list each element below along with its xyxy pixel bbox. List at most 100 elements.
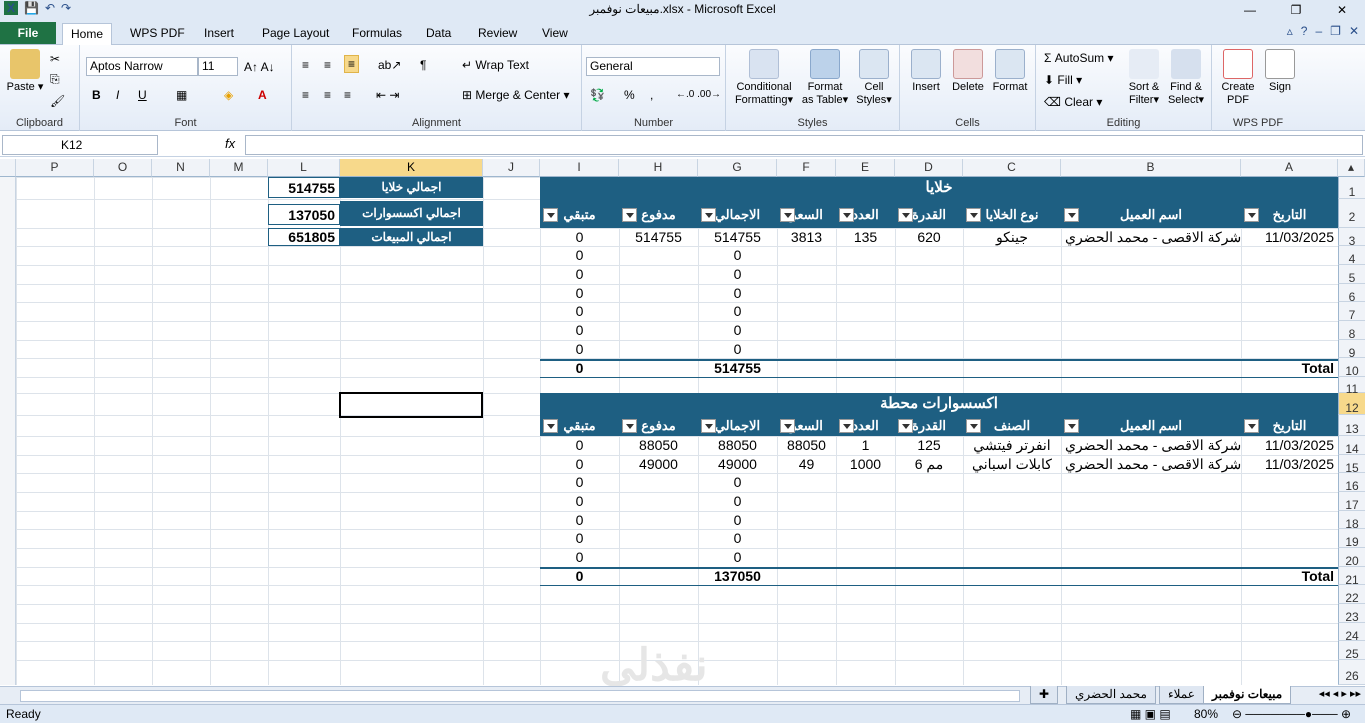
column-header[interactable]: O [94,159,152,177]
column-header[interactable]: I [540,159,619,177]
column-header[interactable]: K [340,159,483,177]
conditional-formatting-button[interactable]: Conditional Formatting▾ [730,49,798,107]
sheet-tab[interactable]: محمد الحضري [1066,686,1156,704]
row-header[interactable]: 3 [1338,228,1365,248]
chevron-up-icon[interactable]: ▵ [1287,24,1293,38]
row-header[interactable]: 18 [1338,511,1365,531]
row-header[interactable]: 20 [1338,548,1365,568]
row-header[interactable]: 22 [1338,585,1365,605]
table-cell[interactable]: 0 [540,455,619,473]
table-cell[interactable]: 0 [540,511,619,529]
new-sheet-icon[interactable]: ✚ [1030,686,1059,704]
help-icon[interactable]: ? [1301,24,1308,38]
row-header[interactable]: 7 [1338,302,1365,322]
fx-icon[interactable]: fx [225,136,235,151]
table-cell[interactable]: 49000 [698,455,777,473]
summary-value[interactable]: 137050 [268,204,340,225]
row-header[interactable]: 12 [1338,393,1365,415]
column-header[interactable]: E [836,159,895,177]
percent-icon[interactable]: % [624,87,635,103]
borders-icon[interactable]: ▦ [176,87,187,103]
clear-button[interactable]: ⌫ Clear ▾ [1044,94,1102,110]
sheet-tab[interactable]: مبيعات نوفمبر [1203,686,1292,704]
table-header-cell[interactable]: مدفوع [619,203,698,227]
table-cell[interactable]: 0 [698,265,777,283]
column-header[interactable]: N [152,159,210,177]
tab-formulas[interactable]: Formulas [344,23,410,45]
formula-input[interactable] [245,135,1363,155]
table-cell[interactable]: 0 [540,246,619,264]
table-cell[interactable]: 514755 [619,228,698,246]
orientation-icon[interactable]: ab↗ [378,57,401,73]
table-cell[interactable]: 11/03/2025 [1241,228,1338,246]
filter-dropdown-icon[interactable] [1244,419,1259,433]
table-header-cell[interactable]: مدفوع [619,416,698,436]
summary-value[interactable]: 514755 [268,177,340,198]
table-cell[interactable]: شركة الاقصى - محمد الحضري [1061,436,1241,454]
zoom-level[interactable]: 80% [1194,705,1218,723]
column-header[interactable]: H [619,159,698,177]
format-cells-button[interactable]: Format [990,49,1030,94]
minimize-icon[interactable]: — [1227,0,1273,20]
filter-dropdown-icon[interactable] [780,419,795,433]
filter-dropdown-icon[interactable] [622,208,637,222]
table-cell[interactable]: 3813 [777,228,836,246]
filter-dropdown-icon[interactable] [839,419,854,433]
table-cell[interactable]: انفرتر فيتشي [963,436,1061,454]
column-header[interactable]: J [483,159,540,177]
insert-cells-button[interactable]: Insert [906,49,946,94]
tab-file[interactable]: File [0,22,56,44]
row-header[interactable]: 11 [1338,377,1365,396]
align-top-icon[interactable]: ≡ [302,57,309,73]
row-header[interactable]: 16 [1338,473,1365,493]
zoom-slider[interactable]: ⊖ ───────●─── ⊕ [1232,705,1351,723]
table-cell[interactable]: 88050 [698,436,777,454]
row-header[interactable]: 13 [1338,415,1365,436]
table-cell[interactable]: 0 [540,340,619,358]
table-cell[interactable]: 0 [698,511,777,529]
filter-dropdown-icon[interactable] [839,208,854,222]
table-header-cell[interactable]: العدد [836,203,895,227]
italic-button[interactable]: I [116,87,119,103]
restore-icon[interactable]: ❐ [1273,0,1319,20]
wrap-text-button[interactable]: ↵ Wrap Text [462,57,529,73]
view-normal-icon[interactable]: ▦ ▣ ▤ [1130,705,1171,723]
table-cell[interactable]: 0 [540,228,619,246]
column-header[interactable]: P [16,159,94,177]
table-cell[interactable]: 0 [540,436,619,454]
table-cell[interactable]: 0 [698,321,777,339]
number-format-select[interactable]: General [586,57,720,76]
vertical-scrollbar[interactable] [0,177,16,685]
sort-filter-button[interactable]: Sort & Filter▾ [1124,49,1164,107]
table-cell[interactable]: 0 [540,265,619,283]
name-box[interactable]: K12 [2,135,158,155]
align-middle-icon[interactable]: ≡ [324,57,331,73]
table-cell[interactable]: 88050 [777,436,836,454]
total-remaining[interactable]: 0 [540,567,619,585]
scroll-up-icon[interactable]: ▴ [1338,159,1365,177]
align-center-icon[interactable]: ≡ [324,87,331,103]
row-header[interactable]: 25 [1338,641,1365,661]
row-header[interactable]: 14 [1338,436,1365,456]
table-header-cell[interactable]: نوع الخلايا [963,203,1061,227]
table-cell[interactable]: 1 [836,436,895,454]
decimal-icon[interactable]: ←.0 .00→ [676,87,721,103]
row-header[interactable]: 24 [1338,623,1365,643]
row-header[interactable]: 21 [1338,567,1365,587]
sign-button[interactable]: Sign [1262,49,1298,94]
table-header-cell[interactable]: العدد [836,416,895,436]
table-cell[interactable]: 135 [836,228,895,246]
select-all[interactable] [0,159,16,177]
table-header-cell[interactable]: الاجمالي [698,416,777,436]
filter-dropdown-icon[interactable] [780,208,795,222]
table-cell[interactable]: 0 [698,548,777,566]
table-cell[interactable]: 6 مم [895,455,963,473]
table-header-cell[interactable]: الاجمالي [698,203,777,227]
tab-view[interactable]: View [534,23,576,45]
font-name-select[interactable]: Aptos Narrow [86,57,198,76]
font-size-select[interactable]: 11 [198,57,238,76]
filter-dropdown-icon[interactable] [1064,208,1079,222]
currency-icon[interactable]: 💱 [590,87,605,103]
cut-icon[interactable]: ✂ [50,51,60,67]
table-header-cell[interactable]: متبقي [540,203,619,227]
